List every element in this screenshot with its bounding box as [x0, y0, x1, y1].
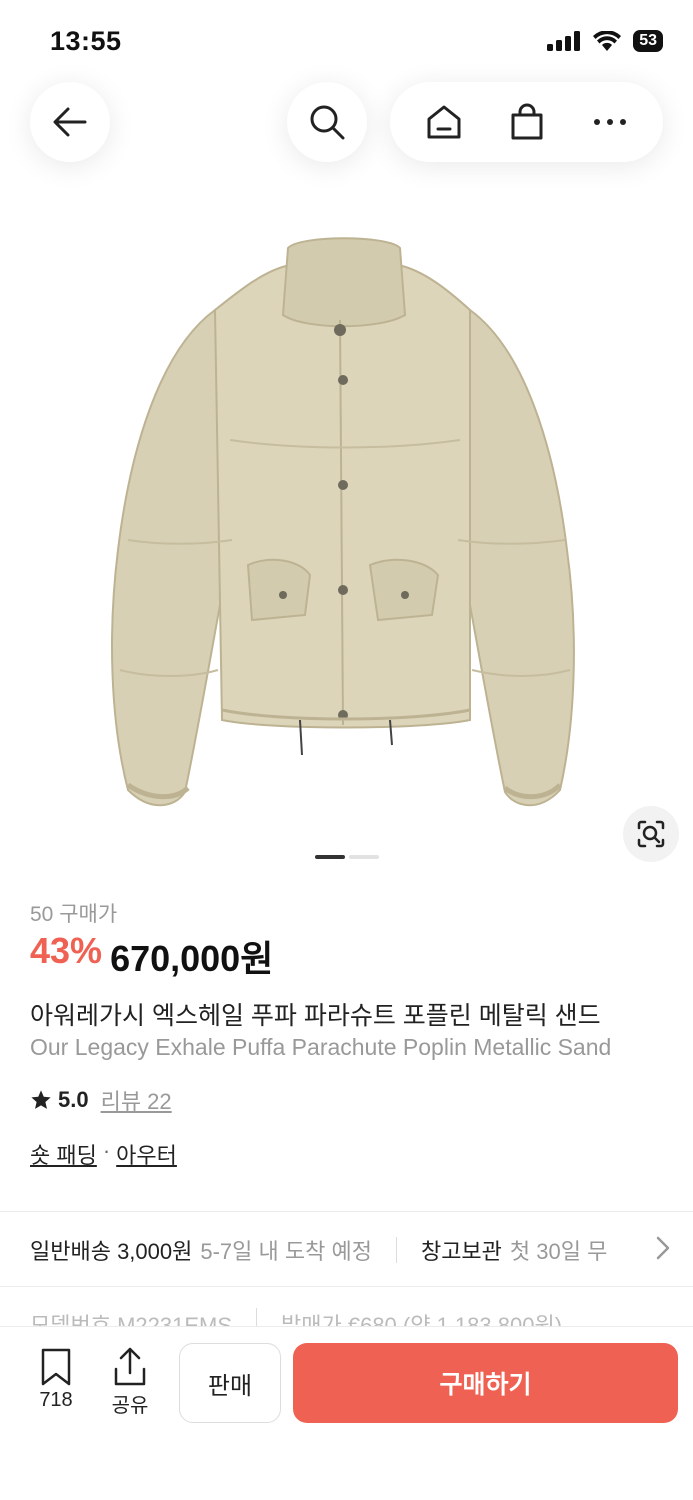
buyer-count: 50 구매가 — [30, 903, 118, 926]
home-icon — [427, 105, 460, 139]
cart-button[interactable] — [497, 92, 557, 152]
category-link-short-padding[interactable]: 숏 패딩 — [30, 1138, 97, 1170]
shopping-bag-icon — [511, 103, 542, 140]
image-search-button[interactable] — [623, 806, 679, 862]
battery-indicator: 53 — [633, 30, 663, 52]
sell-button[interactable]: 판매 — [179, 1343, 281, 1423]
shipping-eta: 5-7일 내 도착 예정 — [200, 1239, 372, 1264]
wifi-icon — [593, 31, 622, 51]
divider — [0, 1286, 693, 1287]
gallery-dot — [349, 855, 379, 859]
bookmark-icon — [41, 1348, 71, 1386]
storage-note: 첫 30일 무 — [509, 1239, 608, 1264]
category-breadcrumb: 숏 패딩 · 아우터 — [30, 1138, 177, 1170]
status-icons: 53 — [547, 30, 663, 52]
shipping-row[interactable]: 일반배송 3,000원 5-7일 내 도착 예정 창고보관 첫 30일 무 — [30, 1234, 670, 1266]
category-link-outer[interactable]: 아우터 — [116, 1138, 177, 1170]
gallery-dot — [315, 855, 345, 859]
home-button[interactable] — [414, 92, 474, 152]
share-label: 공유 — [111, 1395, 149, 1417]
share-button[interactable]: 공유 — [106, 1347, 154, 1418]
product-title-en: Our Legacy Exhale Puffa Parachute Poplin… — [30, 1034, 612, 1060]
star-icon — [31, 1090, 51, 1109]
price-row: 43% 670,000원 — [30, 930, 273, 982]
wishlist-count: 718 — [39, 1389, 73, 1411]
more-button[interactable] — [580, 92, 640, 152]
rating-score: 5.0 — [58, 1087, 89, 1112]
status-time: 13:55 — [50, 26, 122, 56]
bottom-action-bar: 718 공유 판매 구매하기 — [0, 1326, 693, 1500]
search-button[interactable] — [287, 82, 367, 162]
signal-icon — [547, 31, 581, 51]
review-link[interactable]: 리뷰 22 — [101, 1084, 172, 1116]
divider — [0, 1211, 693, 1212]
more-icon — [593, 119, 626, 125]
wishlist-button[interactable]: 718 — [34, 1347, 78, 1412]
shipping-type: 일반배송 3,000원 — [30, 1239, 193, 1264]
share-icon — [114, 1347, 146, 1386]
nav-action-group — [390, 82, 663, 162]
chevron-right-icon — [656, 1236, 670, 1260]
separator — [395, 1237, 397, 1263]
category-separator: · — [102, 1138, 111, 1163]
status-bar: 13:55 53 — [0, 0, 693, 80]
rating-row: 5.0 리뷰 22 — [30, 1084, 172, 1116]
jacket-image — [111, 237, 575, 807]
gallery-indicator — [315, 855, 379, 859]
back-arrow-icon — [53, 107, 87, 137]
storage-label: 창고보관 — [420, 1239, 502, 1264]
search-icon — [310, 105, 345, 140]
product-title-ko: 아워레가시 엑스헤일 푸파 파라슈트 포플린 메탈릭 샌드 — [30, 1002, 601, 1030]
price: 670,000원 — [110, 938, 274, 979]
back-button[interactable] — [30, 82, 110, 162]
discount-rate: 43% — [30, 930, 103, 971]
lens-search-icon — [637, 820, 665, 848]
product-image[interactable] — [0, 200, 693, 860]
buy-button[interactable]: 구매하기 — [293, 1343, 678, 1423]
